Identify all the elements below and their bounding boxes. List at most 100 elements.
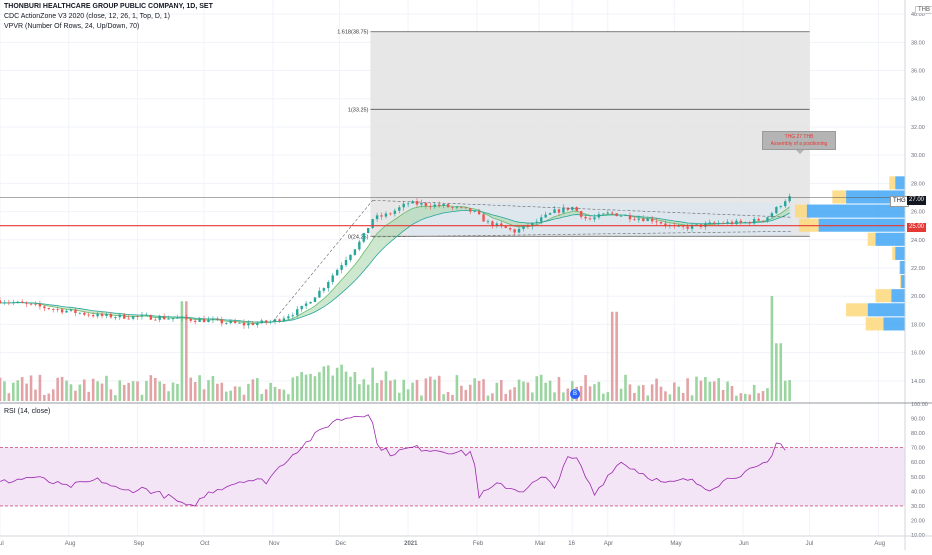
candle-body [429, 205, 432, 207]
volume-bar [140, 394, 144, 401]
volume-bar [415, 379, 419, 401]
volume-bar [397, 392, 401, 401]
volume-bar [610, 311, 614, 401]
volume-bar [12, 382, 15, 401]
candle-body [264, 320, 268, 323]
indicator-legend-rsi[interactable]: RSI (14, close) [4, 408, 50, 415]
candle-body [633, 219, 636, 221]
candle-body [114, 317, 117, 318]
volume-bar [344, 371, 348, 401]
candle-body [553, 209, 556, 214]
volume-profile-up [875, 232, 905, 246]
candle-body [109, 313, 113, 318]
volume-bar [619, 388, 623, 401]
candle-body [349, 254, 352, 261]
volume-bar [712, 381, 716, 401]
candle-body [739, 220, 743, 223]
volume-bar [677, 386, 681, 401]
candle-body [393, 210, 397, 214]
candle-body [260, 320, 263, 324]
ticker-badge: THG [890, 196, 909, 207]
indicator-legend-cdc[interactable]: CDC ActionZone V3 2020 (close, 12, 26, 1… [4, 13, 170, 20]
volume-bar [429, 376, 432, 401]
candle-body [548, 213, 552, 215]
candle-body [420, 202, 423, 205]
price-tick-label: 16.00 [911, 351, 925, 357]
candle-body [748, 222, 751, 224]
volume-bar [775, 343, 778, 401]
candle-body [207, 319, 210, 323]
candle-body [744, 222, 747, 223]
volume-bar [495, 382, 499, 401]
candle-body [313, 297, 317, 303]
candle-body [464, 207, 468, 209]
volume-profile [795, 176, 905, 331]
time-tick-label: 16 [568, 541, 575, 547]
volume-bar [56, 377, 59, 401]
annotation-callout[interactable]: THG 27 THB Assembly of a positioning [762, 131, 836, 154]
volume-bar [109, 389, 113, 401]
candle-body [52, 308, 55, 310]
volume-bar [579, 386, 583, 401]
candle-body [508, 228, 512, 230]
volume-bar [766, 388, 769, 401]
candle-body [211, 319, 215, 321]
volume-bar [553, 392, 556, 401]
time-tick-label: 2021 [404, 541, 418, 547]
candle-body [375, 215, 379, 220]
candle-body [579, 211, 583, 217]
price-tick-label: 14.00 [911, 379, 925, 385]
candle-body [158, 316, 161, 320]
volume-bar [761, 391, 765, 401]
fib-level-label: 1(33.25) [348, 107, 369, 113]
candle-body [597, 214, 601, 218]
candle-body [60, 309, 64, 313]
price-tick-label: 32.00 [911, 125, 925, 131]
volume-profile-down [795, 204, 807, 218]
volume-bar [176, 383, 179, 401]
candle-body [78, 312, 82, 314]
time-tick-label: Dec [335, 541, 346, 547]
candle-body [335, 269, 339, 276]
volume-profile-up [900, 260, 905, 275]
candle-body [788, 196, 791, 202]
volume-bar [318, 372, 321, 401]
candle-body [189, 318, 192, 321]
candle-body [327, 281, 330, 289]
candle-body [642, 218, 645, 222]
volume-bar [641, 385, 645, 401]
candle-body [433, 204, 436, 207]
chart[interactable]: 1.618(38.75) 1(33.25) 0(24.25) 40.00 38.00 3… [0, 0, 932, 550]
candle-body [717, 222, 720, 224]
volume-bar [158, 381, 162, 401]
candle-body [242, 322, 246, 326]
volume-bar [300, 371, 303, 401]
candle-body [442, 204, 445, 206]
volume-bar [637, 385, 641, 401]
volume-bar [216, 383, 219, 401]
volume-bar [517, 379, 521, 401]
volume-bar [522, 381, 525, 401]
candle-body [619, 215, 623, 217]
volume-bar [287, 394, 290, 401]
candle-body [353, 249, 357, 255]
volume-bar [60, 376, 64, 401]
price-tick-label: 30.00 [911, 153, 925, 159]
event-icon[interactable]: B [570, 389, 580, 399]
candle-body [300, 305, 303, 310]
rsi-tick-label: 60.00 [911, 460, 925, 466]
price-chart-svg[interactable]: 1.618(38.75) 1(33.25) 0(24.25) 40.00 38.00 3… [0, 0, 932, 550]
volume-bar [491, 393, 494, 401]
candle-body [575, 207, 578, 212]
volume-profile-up [901, 275, 905, 289]
indicator-legend-vpvr[interactable]: VPVR (Number Of Rows, 24, Up/Down, 70) [4, 23, 139, 30]
candle-body [584, 216, 587, 219]
volume-bar [562, 392, 565, 401]
volume-bar [43, 394, 46, 401]
volume-bar [127, 382, 130, 401]
price-tick-label: 36.00 [911, 69, 925, 75]
time-tick-label: Jul [806, 541, 814, 547]
candle-body [646, 218, 649, 222]
candle-body [513, 229, 516, 233]
candle-body [229, 321, 232, 324]
